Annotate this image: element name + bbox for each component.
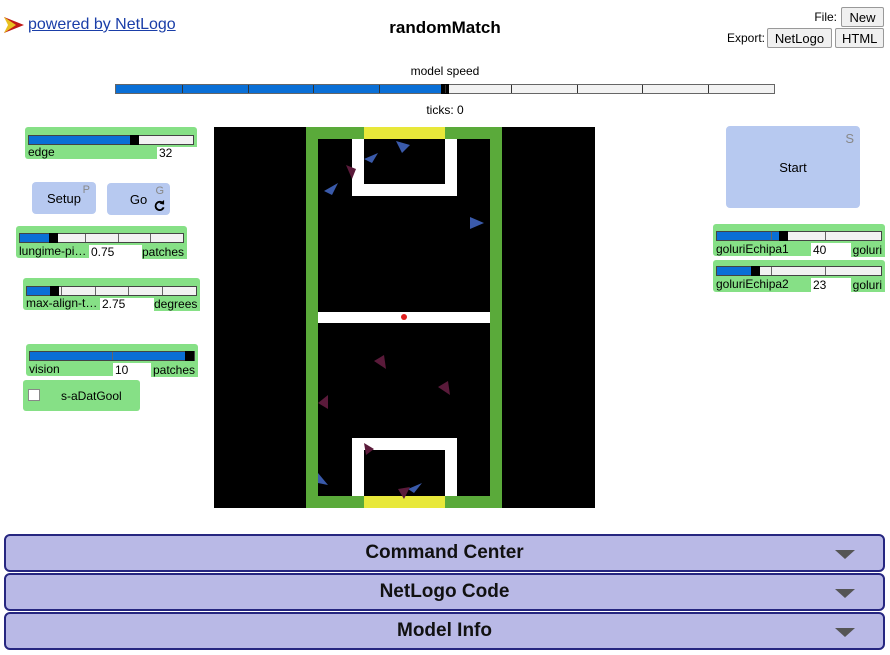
edge-slider-thumb[interactable] bbox=[129, 135, 139, 145]
slider-tick bbox=[825, 232, 827, 240]
goluri-echipa2-slider-fill bbox=[717, 267, 755, 275]
edge-slider-label: edge bbox=[28, 146, 158, 159]
export-netlogo-button[interactable]: NetLogo bbox=[767, 28, 832, 48]
vision-slider-thumb[interactable] bbox=[185, 351, 195, 361]
goluri-echipa2-slider[interactable]: goluriEchipa2 23 goluri bbox=[713, 260, 885, 292]
speed-tick bbox=[247, 85, 249, 93]
command-center-section[interactable]: Command Center bbox=[4, 534, 885, 572]
max-align-turn-slider[interactable]: max-align-t… 2.75 degrees bbox=[23, 278, 200, 311]
goluri-echipa2-slider-thumb[interactable] bbox=[750, 266, 760, 276]
max-align-turn-slider-thumb[interactable] bbox=[50, 286, 60, 296]
slider-tick bbox=[771, 267, 773, 275]
chevron-down-icon[interactable] bbox=[835, 628, 855, 637]
slider-tick bbox=[771, 232, 773, 240]
slider-tick bbox=[825, 267, 827, 275]
slider-tick bbox=[60, 287, 62, 295]
speed-tick bbox=[642, 85, 644, 93]
slider-tick bbox=[128, 287, 130, 295]
speed-tick bbox=[708, 85, 710, 93]
slider-tick bbox=[94, 287, 96, 295]
lungime-pi-slider-track[interactable] bbox=[19, 233, 184, 243]
max-align-turn-slider-unit: degrees bbox=[154, 298, 200, 311]
speed-tick bbox=[313, 85, 315, 93]
lungime-pi-slider-unit: patches bbox=[142, 245, 187, 259]
vision-slider-label: vision bbox=[29, 362, 113, 376]
s-adatgool-label: s-aDatGool bbox=[61, 389, 122, 403]
vision-slider-fill bbox=[30, 352, 190, 360]
vision-slider-unit: patches bbox=[151, 363, 198, 377]
speed-tick bbox=[576, 85, 578, 93]
ball bbox=[401, 314, 407, 320]
edge-slider-fill bbox=[29, 136, 134, 144]
goluri-echipa2-slider-unit: goluri bbox=[851, 278, 885, 292]
model-speed-slider[interactable] bbox=[115, 84, 775, 94]
edge-slider-value: 32 bbox=[157, 147, 197, 160]
model-info-section[interactable]: Model Info bbox=[4, 612, 885, 650]
slider-tick bbox=[150, 234, 152, 242]
lungime-pi-slider-thumb[interactable] bbox=[48, 233, 58, 243]
goluri-echipa2-slider-track[interactable] bbox=[716, 266, 882, 276]
go-hotkey: G bbox=[155, 185, 164, 197]
model-speed-label: model speed bbox=[410, 64, 480, 78]
goluri-echipa1-slider-track[interactable] bbox=[716, 231, 882, 241]
export-label: Export: bbox=[726, 31, 765, 45]
go-button[interactable]: Go G bbox=[107, 183, 170, 215]
max-align-turn-slider-label: max-align-t… bbox=[26, 297, 100, 310]
slider-tick bbox=[85, 234, 87, 242]
slider-tick bbox=[162, 287, 164, 295]
start-button-label: Start bbox=[779, 159, 807, 175]
lungime-pi-slider[interactable]: lungime-pi… 0.75 patches bbox=[16, 226, 187, 259]
goluri-echipa1-slider-fill bbox=[717, 232, 783, 240]
speed-tick bbox=[379, 85, 381, 93]
vision-slider-track[interactable] bbox=[29, 351, 195, 361]
world-view[interactable] bbox=[214, 127, 595, 508]
go-button-label: Go bbox=[129, 191, 148, 207]
start-button[interactable]: Start S bbox=[726, 126, 860, 208]
speed-tick bbox=[510, 85, 512, 93]
goluri-echipa1-slider-unit: goluri bbox=[851, 243, 885, 257]
slider-tick bbox=[117, 234, 119, 242]
setup-button[interactable]: Setup P bbox=[32, 182, 96, 214]
s-adatgool-checkbox[interactable] bbox=[28, 389, 40, 401]
vision-slider-value: 10 bbox=[113, 363, 151, 377]
goluri-echipa1-slider-value: 40 bbox=[811, 243, 851, 257]
netlogo-code-title: NetLogo Code bbox=[379, 581, 510, 602]
edge-slider-track[interactable] bbox=[28, 135, 194, 145]
top-goal bbox=[364, 127, 445, 139]
file-label: File: bbox=[814, 10, 837, 24]
model-info-title: Model Info bbox=[397, 620, 492, 641]
goluri-echipa1-slider[interactable]: goluriEchipa1 40 goluri bbox=[713, 224, 885, 257]
forever-icon bbox=[154, 200, 165, 211]
new-button[interactable]: New bbox=[841, 7, 884, 27]
max-align-turn-slider-track[interactable] bbox=[26, 286, 197, 296]
edge-slider[interactable]: edge 32 bbox=[25, 127, 197, 160]
start-hotkey: S bbox=[845, 131, 854, 146]
setup-button-label: Setup bbox=[47, 190, 81, 206]
goluri-echipa2-slider-value: 23 bbox=[811, 278, 851, 292]
speed-tick bbox=[181, 85, 183, 93]
chevron-down-icon[interactable] bbox=[835, 550, 855, 559]
ticks-counter: ticks: 0 bbox=[426, 103, 464, 117]
lungime-pi-slider-value: 0.75 bbox=[89, 245, 142, 259]
model-speed-fill bbox=[116, 85, 445, 93]
chevron-down-icon[interactable] bbox=[835, 589, 855, 598]
setup-hotkey: P bbox=[82, 184, 90, 196]
s-adatgool-switch[interactable]: s-aDatGool bbox=[23, 380, 140, 411]
slider-tick bbox=[112, 352, 113, 360]
netlogo-code-section[interactable]: NetLogo Code bbox=[4, 573, 885, 611]
speed-tick bbox=[445, 85, 446, 93]
vision-slider[interactable]: vision 10 patches bbox=[26, 344, 198, 377]
command-center-title: Command Center bbox=[365, 542, 524, 563]
goluri-echipa1-slider-label: goluriEchipa1 bbox=[716, 242, 811, 256]
goluri-echipa1-slider-thumb[interactable] bbox=[778, 231, 788, 241]
lungime-pi-slider-label: lungime-pi… bbox=[19, 244, 89, 258]
max-align-turn-slider-value: 2.75 bbox=[100, 298, 154, 311]
export-html-button[interactable]: HTML bbox=[835, 28, 884, 48]
goluri-echipa2-slider-label: goluriEchipa2 bbox=[716, 277, 811, 291]
